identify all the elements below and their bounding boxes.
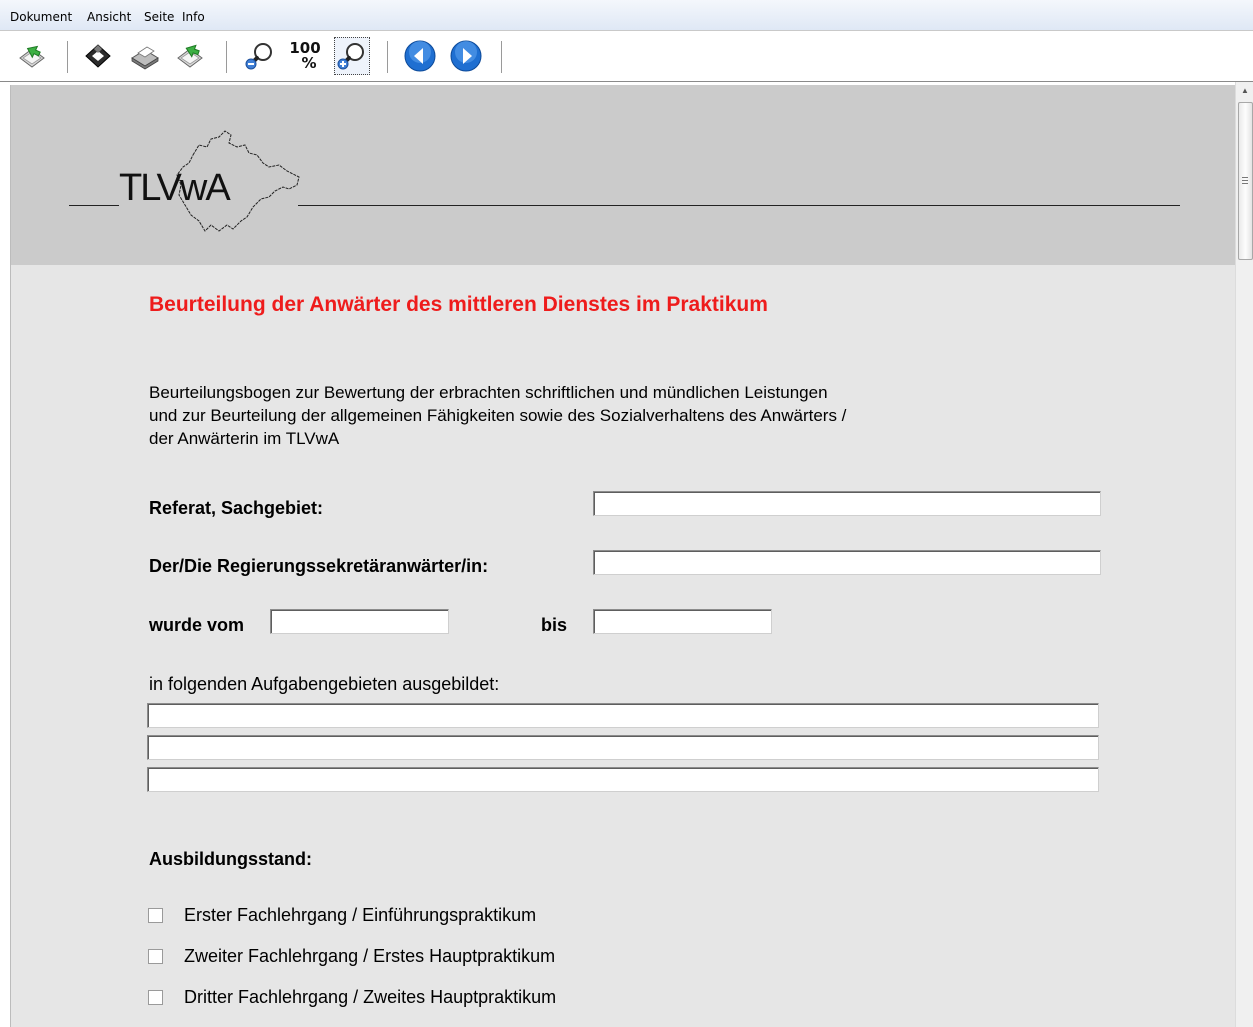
logo-rule-left xyxy=(69,205,119,206)
grip-icon xyxy=(1242,177,1248,184)
zoom-100-percent-icon[interactable]: 100 % xyxy=(287,37,323,75)
aufgaben-input-1[interactable] xyxy=(147,703,1099,728)
checkbox-zweiter-fachlehrgang[interactable] xyxy=(148,949,163,964)
date-from-input[interactable] xyxy=(270,609,449,634)
zoom-in-icon[interactable] xyxy=(334,37,370,75)
toolbar: 100 % xyxy=(0,30,1253,82)
checkbox-label: Erster Fachlehrgang / Einführungspraktik… xyxy=(184,905,537,925)
toolbar-separator xyxy=(387,41,388,73)
toolbar-separator xyxy=(226,41,227,73)
previous-page-icon[interactable] xyxy=(402,37,438,75)
bis-label: bis xyxy=(541,615,568,635)
form-title: Beurteilung der Anwärter des mittleren D… xyxy=(149,293,768,316)
vom-label: wurde vom xyxy=(149,615,245,635)
menu-dokument[interactable]: Dokument xyxy=(10,10,72,24)
checkbox-label: Zweiter Fachlehrgang / Erstes Hauptprakt… xyxy=(184,946,556,966)
intro-line: und zur Beurteilung der allgemeinen Fähi… xyxy=(149,406,847,425)
aufgaben-label: in folgenden Aufgabengebieten ausgebilde… xyxy=(149,674,500,694)
logo-text: TLVwA xyxy=(119,167,231,209)
next-page-icon[interactable] xyxy=(448,37,484,75)
referat-input[interactable] xyxy=(593,491,1101,516)
toolbar-separator xyxy=(67,41,68,73)
date-to-input[interactable] xyxy=(593,609,772,634)
scrollbar-thumb[interactable] xyxy=(1238,102,1253,260)
scroll-up-arrow-icon[interactable]: ▲ xyxy=(1236,82,1253,98)
intro-line: Beurteilungsbogen zur Bewertung der erbr… xyxy=(149,383,828,402)
anwaerter-label: Der/Die Regierungssekretäranwärter/in: xyxy=(149,556,489,576)
open-document-icon[interactable] xyxy=(14,37,50,75)
save-icon[interactable] xyxy=(80,37,116,75)
header-banner: TLVwA xyxy=(11,85,1236,265)
intro-line: der Anwärterin im TLVwA xyxy=(149,429,340,448)
checkbox-erster-fachlehrgang[interactable] xyxy=(148,908,163,923)
print-icon[interactable] xyxy=(127,37,163,75)
anwaerter-input[interactable] xyxy=(593,550,1101,575)
document-viewport: TLVwA Beurteilung der Anwärter des mittl… xyxy=(0,82,1253,1027)
ausbildungsstand-label: Ausbildungsstand: xyxy=(149,849,312,869)
toolbar-separator xyxy=(501,41,502,73)
menu-seite[interactable]: Seite xyxy=(144,10,174,24)
form-page: TLVwA Beurteilung der Anwärter des mittl… xyxy=(10,85,1236,1027)
aufgaben-input-3[interactable] xyxy=(147,767,1099,792)
zoom-out-icon[interactable] xyxy=(242,37,278,75)
menu-ansicht[interactable]: Ansicht xyxy=(87,10,131,24)
vertical-scrollbar[interactable]: ▲ xyxy=(1235,82,1253,1027)
export-icon[interactable] xyxy=(172,37,208,75)
checkbox-dritter-fachlehrgang[interactable] xyxy=(148,990,163,1005)
menu-info[interactable]: Info xyxy=(182,10,205,24)
intro-paragraph: Beurteilungsbogen zur Bewertung der erbr… xyxy=(149,381,1029,450)
zoom-100-bottom: % xyxy=(301,54,317,72)
checkbox-label: Dritter Fachlehrgang / Zweites Hauptprak… xyxy=(184,987,557,1007)
logo-rule-right xyxy=(298,205,1180,206)
referat-label: Referat, Sachgebiet: xyxy=(149,498,324,518)
aufgaben-input-2[interactable] xyxy=(147,735,1099,760)
menu-bar: Dokument Ansicht Seite Info xyxy=(0,0,1253,30)
